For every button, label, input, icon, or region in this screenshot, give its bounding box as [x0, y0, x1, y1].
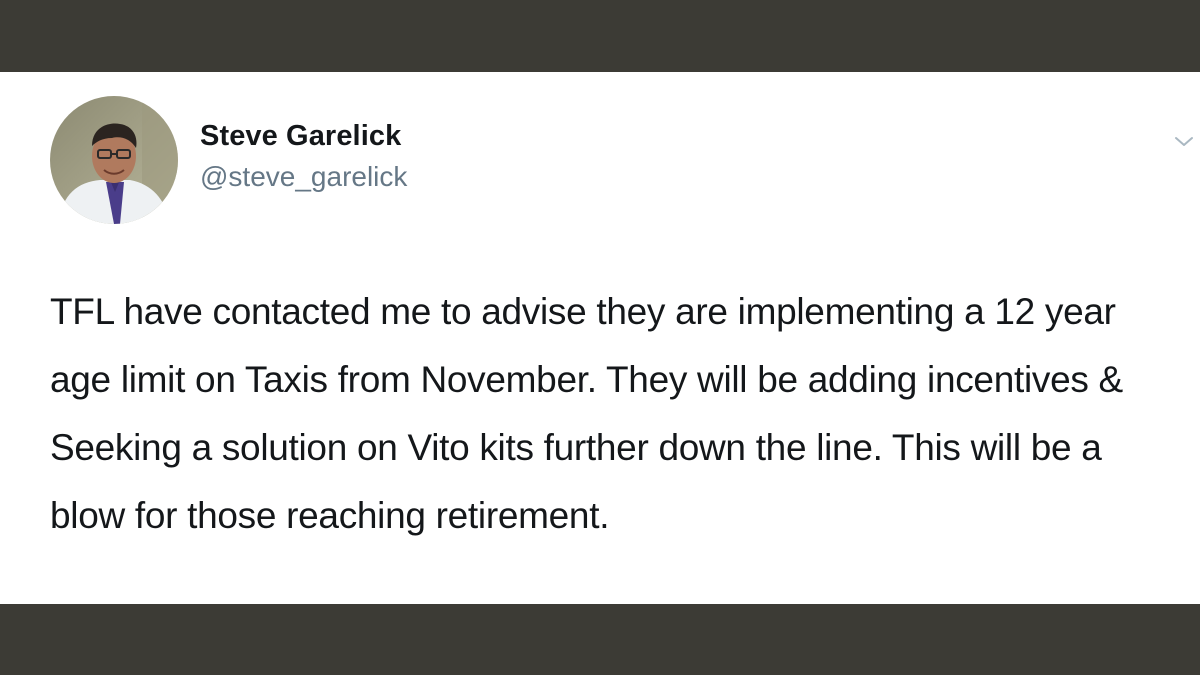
tweet-author: Steve Garelick @steve_garelick — [200, 118, 407, 195]
tweet-menu-button[interactable] — [1172, 130, 1196, 154]
tweet-card: Steve Garelick @steve_garelick TFL have … — [0, 72, 1200, 604]
tweet-text: TFL have contacted me to advise they are… — [50, 291, 1123, 536]
author-handle[interactable]: @steve_garelick — [200, 159, 407, 195]
chevron-down-icon — [1175, 137, 1193, 146]
avatar-photo-icon — [50, 96, 178, 224]
author-display-name[interactable]: Steve Garelick — [200, 118, 407, 154]
avatar[interactable] — [50, 96, 178, 224]
